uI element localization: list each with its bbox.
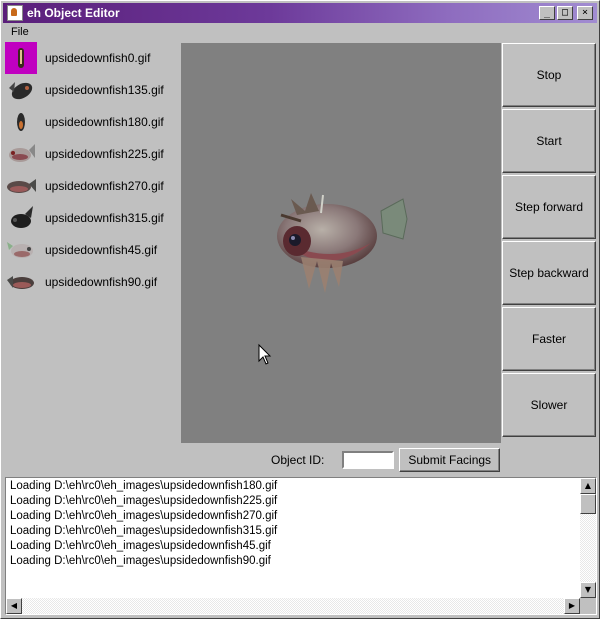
menu-bar: File	[3, 24, 597, 42]
submit-facings-button[interactable]: Submit Facings	[399, 448, 501, 472]
log-line: Loading D:\eh\rc0\eh_images\upsidedownfi…	[10, 540, 271, 552]
object-id-label: Object ID:	[271, 453, 325, 467]
file-item[interactable]: upsidedownfish45.gif	[3, 234, 179, 266]
file-name: upsidedownfish180.gif	[45, 115, 164, 129]
fish-preview-image	[258, 193, 408, 365]
log-line: Loading D:\eh\rc0\eh_images\upsidedownfi…	[10, 480, 278, 492]
step-backward-button[interactable]: Step backward	[502, 241, 596, 305]
object-id-row: Object ID: Submit Facings	[271, 448, 501, 472]
java-app-icon	[7, 5, 23, 21]
minimize-button[interactable]: _	[539, 6, 555, 20]
fish-thumbnail-icon	[5, 202, 37, 234]
file-item[interactable]: upsidedownfish90.gif	[3, 266, 179, 298]
fish-thumbnail-icon	[5, 138, 37, 170]
scroll-left-icon[interactable]: ◀	[6, 598, 22, 614]
maximize-button[interactable]: □	[557, 6, 573, 20]
scroll-right-icon[interactable]: ▶	[564, 598, 580, 614]
file-item[interactable]: upsidedownfish270.gif	[3, 170, 179, 202]
window-controls: _ □ ×	[539, 6, 593, 20]
file-item[interactable]: upsidedownfish135.gif	[3, 74, 179, 106]
object-id-input[interactable]	[342, 451, 395, 469]
image-file-list: upsidedownfish0.gif upsidedownfish135.gi…	[3, 42, 179, 302]
scroll-corner	[580, 598, 596, 614]
app-window: eh Object Editor _ □ × File upsidedownfi…	[0, 0, 600, 619]
file-name: upsidedownfish45.gif	[45, 243, 158, 257]
close-button[interactable]: ×	[577, 6, 593, 20]
fish-thumbnail-icon	[5, 266, 37, 298]
log-line: Loading D:\eh\rc0\eh_images\upsidedownfi…	[10, 510, 278, 522]
log-line: Loading D:\eh\rc0\eh_images\upsidedownfi…	[10, 555, 271, 567]
log-line: Loading D:\eh\rc0\eh_images\upsidedownfi…	[10, 495, 278, 507]
start-button[interactable]: Start	[502, 109, 596, 173]
preview-canvas[interactable]	[181, 43, 501, 443]
file-item[interactable]: upsidedownfish225.gif	[3, 138, 179, 170]
scroll-up-icon[interactable]: ▲	[580, 478, 596, 494]
file-name: upsidedownfish270.gif	[45, 179, 164, 193]
fish-thumbnail-icon	[5, 74, 37, 106]
scroll-down-icon[interactable]: ▼	[580, 582, 596, 598]
fish-thumbnail-icon	[5, 42, 37, 74]
file-name: upsidedownfish225.gif	[45, 147, 164, 161]
stop-button[interactable]: Stop	[502, 43, 596, 107]
vertical-scroll-thumb[interactable]	[580, 494, 596, 514]
file-item[interactable]: upsidedownfish0.gif	[3, 42, 179, 74]
horizontal-scrollbar[interactable]: ◀ ▶	[6, 598, 580, 614]
file-item[interactable]: upsidedownfish180.gif	[3, 106, 179, 138]
mouse-cursor-icon	[258, 343, 272, 365]
vertical-scrollbar[interactable]: ▲ ▼	[580, 478, 596, 598]
window-title: eh Object Editor	[27, 6, 120, 20]
file-name: upsidedownfish135.gif	[45, 83, 164, 97]
log-output: Loading D:\eh\rc0\eh_images\upsidedownfi…	[5, 477, 597, 615]
file-name: upsidedownfish0.gif	[45, 51, 151, 65]
file-name: upsidedownfish90.gif	[45, 275, 158, 289]
fish-thumbnail-icon	[5, 234, 37, 266]
log-line: Loading D:\eh\rc0\eh_images\upsidedownfi…	[10, 525, 278, 537]
fish-thumbnail-icon	[5, 106, 37, 138]
file-item[interactable]: upsidedownfish315.gif	[3, 202, 179, 234]
step-forward-button[interactable]: Step forward	[502, 175, 596, 239]
file-name: upsidedownfish315.gif	[45, 211, 164, 225]
menu-file[interactable]: File	[11, 26, 29, 38]
log-lines: Loading D:\eh\rc0\eh_images\upsidedownfi…	[10, 480, 578, 570]
slower-button[interactable]: Slower	[502, 373, 596, 437]
fish-thumbnail-icon	[5, 170, 37, 202]
faster-button[interactable]: Faster	[502, 307, 596, 371]
title-bar[interactable]: eh Object Editor _ □ ×	[3, 3, 597, 23]
